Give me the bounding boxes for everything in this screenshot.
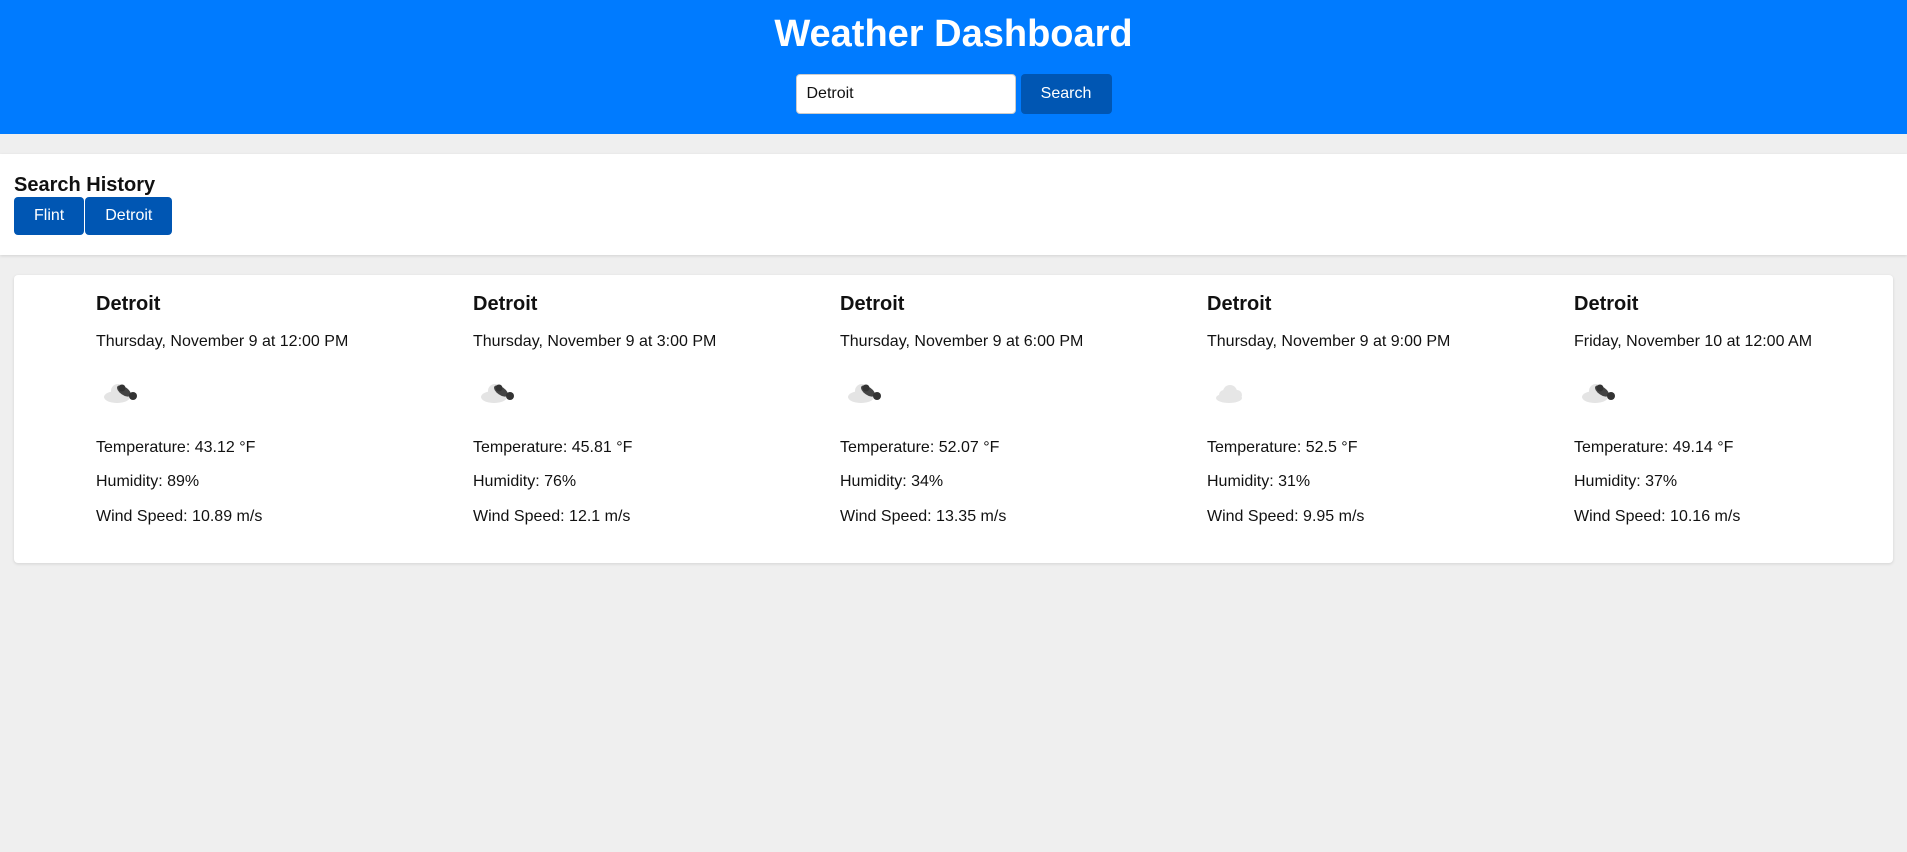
search-history-list: Flint Detroit	[14, 197, 173, 235]
page-title: Weather Dashboard	[774, 13, 1133, 55]
forecast-panel: Detroit Thursday, November 9 at 12:00 PM…	[14, 275, 1893, 563]
few-clouds-icon	[1216, 385, 1242, 403]
forecast-date: Thursday, November 9 at 12:00 PM	[96, 333, 349, 350]
broken-clouds-icon	[848, 384, 881, 403]
history-item-flint[interactable]: Flint	[14, 197, 85, 235]
forecast-city: Detroit	[840, 293, 905, 315]
search-bar: Search	[0, 74, 1907, 114]
search-input[interactable]	[795, 74, 1016, 114]
forecast-city: Detroit	[473, 293, 538, 315]
header: Weather Dashboard Search	[0, 0, 1907, 134]
forecast-humidity: Humidity: 31%	[1207, 473, 1311, 490]
forecast-wind-speed: Wind Speed: 13.35 m/s	[840, 508, 1007, 525]
search-history-title: Search History	[14, 174, 156, 196]
search-history-panel: Search History Flint Detroit	[0, 154, 1907, 255]
search-button[interactable]: Search	[1020, 74, 1112, 114]
forecast-temperature: Temperature: 49.14 °F	[1574, 439, 1734, 456]
forecast-wind-speed: Wind Speed: 9.95 m/s	[1207, 508, 1365, 525]
broken-clouds-icon	[1582, 384, 1615, 403]
forecast-city: Detroit	[1207, 293, 1272, 315]
history-item-detroit[interactable]: Detroit	[85, 197, 173, 235]
broken-clouds-icon	[481, 384, 514, 403]
forecast-date: Thursday, November 9 at 9:00 PM	[1207, 333, 1451, 350]
forecast-city: Detroit	[96, 293, 161, 315]
broken-clouds-icon	[104, 384, 137, 403]
forecast-city: Detroit	[1574, 293, 1639, 315]
forecast-temperature: Temperature: 52.5 °F	[1207, 439, 1358, 456]
forecast-date: Thursday, November 9 at 6:00 PM	[840, 333, 1084, 350]
forecast-wind-speed: Wind Speed: 10.16 m/s	[1574, 508, 1741, 525]
forecast-humidity: Humidity: 89%	[96, 473, 200, 490]
forecast-wind-speed: Wind Speed: 12.1 m/s	[473, 508, 631, 525]
forecast-temperature: Temperature: 52.07 °F	[840, 439, 1000, 456]
forecast-humidity: Humidity: 37%	[1574, 473, 1678, 490]
forecast-humidity: Humidity: 34%	[840, 473, 944, 490]
forecast-humidity: Humidity: 76%	[473, 473, 577, 490]
forecast-wind-speed: Wind Speed: 10.89 m/s	[96, 508, 263, 525]
forecast-date: Thursday, November 9 at 3:00 PM	[473, 333, 717, 350]
forecast-temperature: Temperature: 45.81 °F	[473, 439, 633, 456]
forecast-date: Friday, November 10 at 12:00 AM	[1574, 333, 1813, 350]
forecast-temperature: Temperature: 43.12 °F	[96, 439, 256, 456]
